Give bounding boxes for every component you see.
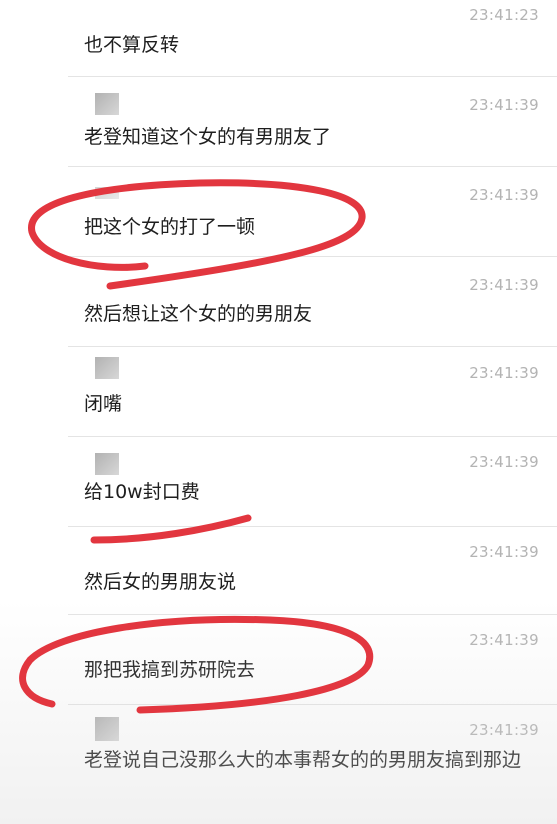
message-text: 把这个女的打了一顿 (84, 216, 256, 238)
sender-avatar (95, 717, 119, 741)
message-item: 23:41:39 给10w封口费 (0, 437, 557, 525)
message-item: 23:41:39 然后想让这个女的的男朋友 (0, 257, 557, 345)
message-text: 然后想让这个女的的男朋友 (84, 303, 313, 325)
message-text: 老登说自己没那么大的本事帮女的的男朋友搞到那边 (84, 749, 522, 771)
message-text: 然后女的男朋友说 (84, 571, 237, 593)
message-text: 也不算反转 (84, 34, 180, 56)
message-time: 23:41:39 (469, 364, 539, 382)
message-time: 23:41:39 (469, 721, 539, 739)
message-item: 23:41:39 老登说自己没那么大的本事帮女的的男朋友搞到那边 (0, 705, 557, 824)
sender-avatar (95, 93, 119, 115)
message-text: 那把我搞到苏研院去 (84, 659, 256, 681)
message-time: 23:41:39 (469, 543, 539, 561)
message-item: 23:41:23 也不算反转 (0, 0, 557, 76)
message-time: 23:41:23 (469, 6, 539, 24)
message-text: 老登知道这个女的有男朋友了 (84, 126, 332, 148)
message-text: 闭嘴 (84, 393, 123, 415)
message-time: 23:41:39 (469, 186, 539, 204)
message-time: 23:41:39 (469, 631, 539, 649)
message-item: 23:41:39 闭嘴 (0, 347, 557, 435)
message-time: 23:41:39 (469, 96, 539, 114)
sender-avatar (95, 453, 119, 475)
message-time: 23:41:39 (469, 453, 539, 471)
message-text: 给10w封口费 (84, 481, 200, 503)
message-item: 23:41:39 然后女的男朋友说 (0, 527, 557, 615)
chat-message-list: 23:41:23 也不算反转 23:41:39 老登知道这个女的有男朋友了 23… (0, 0, 557, 824)
message-item: 23:41:39 把这个女的打了一顿 (0, 167, 557, 255)
message-item: 23:41:39 那把我搞到苏研院去 (0, 615, 557, 703)
sender-avatar (95, 357, 119, 379)
message-time: 23:41:39 (469, 276, 539, 294)
sender-avatar (95, 187, 119, 199)
message-item: 23:41:39 老登知道这个女的有男朋友了 (0, 77, 557, 165)
